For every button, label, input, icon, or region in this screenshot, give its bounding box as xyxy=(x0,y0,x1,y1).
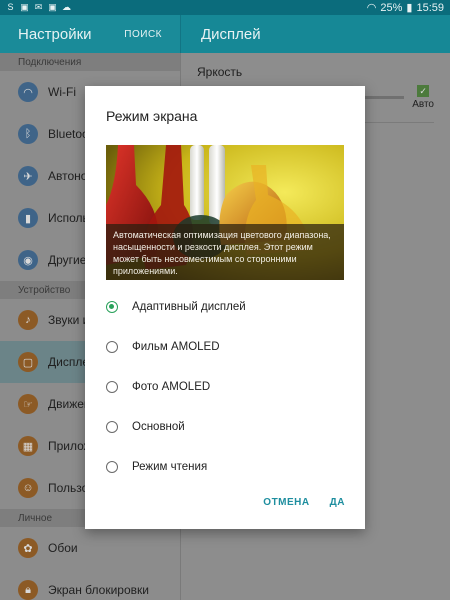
radio-checked-icon[interactable] xyxy=(106,301,118,313)
option-amoled-cinema[interactable]: Фильм AMOLED xyxy=(85,327,365,367)
settings-header: Настройки ПОИСК xyxy=(0,15,180,53)
dialog-actions: ОТМЕНА ДА xyxy=(263,497,345,508)
more-networks-icon: ◉ xyxy=(18,250,38,270)
auto-brightness-checkbox[interactable]: ✓ xyxy=(417,85,430,97)
radio-unchecked-icon[interactable] xyxy=(106,381,118,393)
sound-icon: ♪ xyxy=(18,310,38,330)
radio-unchecked-icon[interactable] xyxy=(106,461,118,473)
status-right: ◠ 25% ▮ 15:59 xyxy=(366,1,444,15)
notification-icons: S ▣ ✉ ▣ ☁ xyxy=(6,3,71,12)
cloud-icon: ☁ xyxy=(62,2,71,12)
option-reading-mode[interactable]: Режим чтения xyxy=(85,447,365,487)
wifi-icon: ◠ xyxy=(18,82,38,102)
data-usage-icon: ▮ xyxy=(18,208,38,228)
bluetooth-icon: ᛒ xyxy=(18,124,38,144)
apps-icon: ▦ xyxy=(18,436,38,456)
option-label: Основной xyxy=(132,421,185,433)
ok-button[interactable]: ДА xyxy=(330,497,345,508)
screen-mode-options: Адаптивный дисплей Фильм AMOLED Фото AMO… xyxy=(85,287,365,487)
section-header-connections: Подключения xyxy=(0,53,180,71)
option-label: Адаптивный дисплей xyxy=(132,301,246,313)
display-header: Дисплей xyxy=(180,15,450,53)
battery-icon: ▮ xyxy=(406,2,413,14)
sidebar-item-lock-screen[interactable]: 🔒︎ Экран блокировки xyxy=(0,569,180,600)
dialog-title: Режим экрана xyxy=(106,108,198,124)
app-header: Настройки ПОИСК Дисплей xyxy=(0,15,450,53)
display-icon: ▢ xyxy=(18,352,38,372)
cancel-button[interactable]: ОТМЕНА xyxy=(263,497,309,508)
lock-screen-icon: 🔒︎ xyxy=(18,580,38,600)
sidebar-item-label: Wi-Fi xyxy=(48,85,76,99)
option-adaptive-display[interactable]: Адаптивный дисплей xyxy=(85,287,365,327)
radio-unchecked-icon[interactable] xyxy=(106,421,118,433)
image-icon: ▣ xyxy=(48,2,57,12)
users-icon: ☺ xyxy=(18,478,38,498)
option-basic[interactable]: Основной xyxy=(85,407,365,447)
mail-icon: ✉ xyxy=(34,2,43,12)
samsung-icon: S xyxy=(7,2,14,12)
screen-mode-dialog: Режим экрана Автоматическая оптимизация … xyxy=(85,86,365,529)
airplane-icon: ✈ xyxy=(18,166,38,186)
sidebar-item-label: Экран блокировки xyxy=(48,583,149,597)
brightness-label: Яркость xyxy=(197,65,243,79)
auto-brightness-label: Авто xyxy=(412,99,434,110)
option-amoled-photo[interactable]: Фото AMOLED xyxy=(85,367,365,407)
screen-mode-preview-image: Автоматическая оптимизация цветового диа… xyxy=(106,145,344,280)
image-icon: ▣ xyxy=(20,2,29,12)
auto-brightness: ✓ Авто xyxy=(412,85,434,110)
battery-percent: 25% xyxy=(380,1,403,14)
sidebar-item-label: Обои xyxy=(48,541,78,555)
wifi-signal-icon: ◠ xyxy=(366,2,377,14)
clock: 15:59 xyxy=(416,1,444,14)
option-label: Фильм AMOLED xyxy=(132,341,220,353)
option-label: Режим чтения xyxy=(132,461,208,473)
radio-unchecked-icon[interactable] xyxy=(106,341,118,353)
wallpaper-icon: ✿ xyxy=(18,538,38,558)
display-title: Дисплей xyxy=(201,25,261,43)
status-bar: S ▣ ✉ ▣ ☁ ◠ 25% ▮ 15:59 xyxy=(0,0,450,15)
mode-description: Автоматическая оптимизация цветового диа… xyxy=(106,224,344,280)
sidebar-item-wallpaper[interactable]: ✿ Обои xyxy=(0,527,180,569)
option-label: Фото AMOLED xyxy=(132,381,211,393)
search-button[interactable]: ПОИСК xyxy=(124,29,162,40)
motion-icon: ☞ xyxy=(18,394,38,414)
settings-title: Настройки xyxy=(18,25,92,43)
